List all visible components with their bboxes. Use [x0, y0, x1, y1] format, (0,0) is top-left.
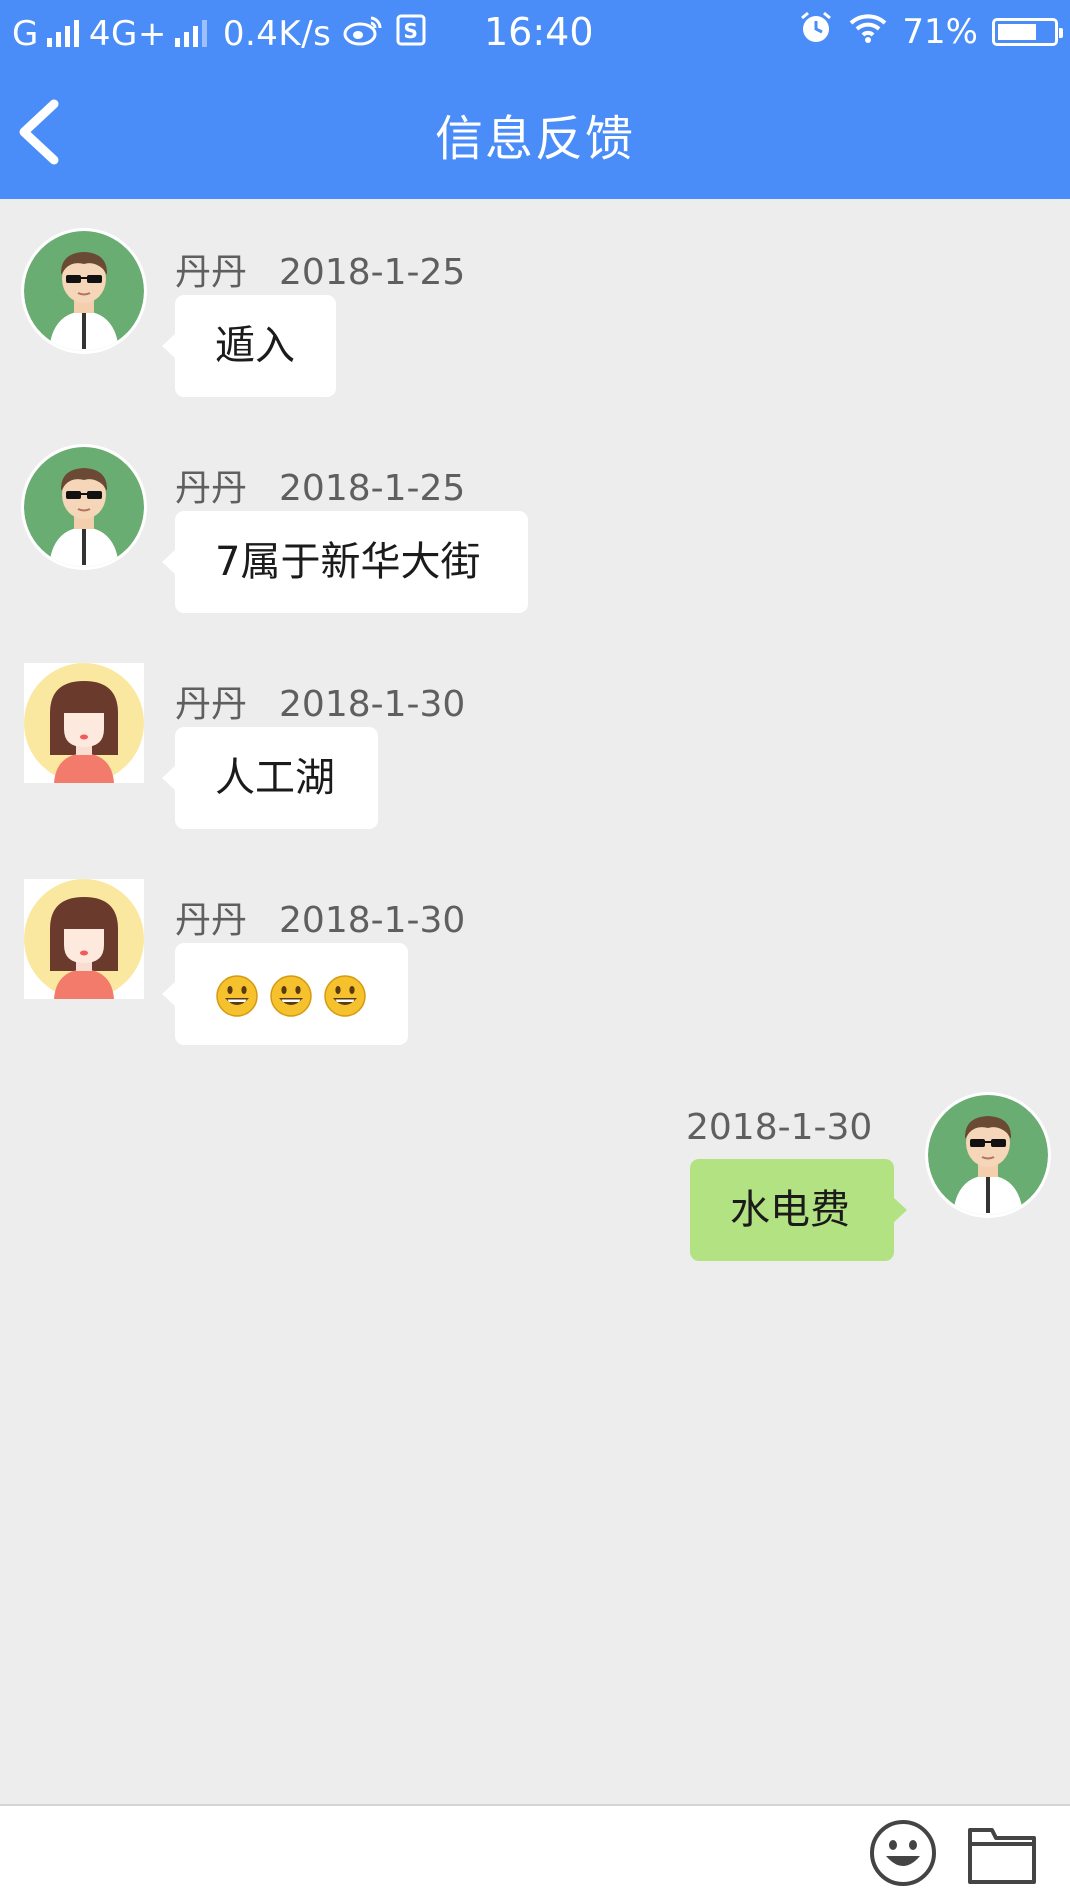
wifi-icon: [848, 12, 888, 53]
message-text: 7属于新华大街: [215, 539, 481, 585]
svg-text:S: S: [404, 19, 419, 43]
folder-icon: [968, 1828, 1036, 1884]
battery-percent: 71%: [902, 12, 978, 52]
message-item: 丹丹 2018-1-25 7属于新华大街: [0, 415, 1070, 615]
signal-strength-2-icon: [174, 20, 207, 47]
message-list: 丹丹 2018-1-25 遁入 丹丹 2018-1-25 7属于新华大街 丹丹 …: [0, 199, 1070, 1804]
message-bubble[interactable]: 7属于新华大街: [162, 511, 528, 613]
alarm-icon: [798, 10, 834, 55]
female-avatar[interactable]: [24, 663, 144, 783]
message-text: 遁入: [215, 323, 295, 369]
message-text: 人工湖: [215, 755, 335, 801]
page-title: 信息反馈: [434, 111, 635, 167]
grinning-face-emoji-icon: [216, 975, 258, 1017]
message-bubble[interactable]: 遁入: [162, 295, 336, 397]
message-bubble[interactable]: 水电费: [690, 1159, 907, 1261]
app-s-icon: S: [395, 13, 427, 56]
weibo-icon: [343, 14, 383, 55]
carrier-1-label: G: [12, 14, 39, 54]
message-meta: 丹丹 2018-1-25: [175, 243, 465, 295]
male-avatar[interactable]: [24, 231, 144, 351]
grinning-face-emoji-icon: [270, 975, 312, 1017]
sender-name: 丹丹: [175, 252, 248, 293]
folder-button[interactable]: [966, 1820, 1038, 1888]
message-date: 2018-1-25: [279, 252, 466, 293]
status-bar: G 4G+ 0.4K/s S 16:40 71%: [0, 0, 1070, 66]
message-input[interactable]: [16, 1816, 850, 1888]
message-date: 2018-1-25: [279, 468, 466, 509]
emoji-group: [215, 974, 367, 1018]
network-speed: 0.4K/s: [222, 14, 332, 54]
message-meta: 丹丹 2018-1-30: [175, 675, 465, 727]
carrier-2-label: 4G+: [88, 14, 167, 54]
sender-name: 丹丹: [175, 468, 248, 509]
male-avatar[interactable]: [24, 447, 144, 567]
header: 信息反馈: [0, 66, 1070, 199]
message-bubble[interactable]: [162, 943, 408, 1045]
emoji-button[interactable]: [868, 1818, 938, 1888]
battery-icon: [992, 18, 1063, 46]
message-date: 2018-1-30: [279, 684, 466, 725]
input-bar: [0, 1804, 1070, 1897]
message-date: 2018-1-30: [686, 1107, 873, 1148]
female-avatar[interactable]: [24, 879, 144, 999]
smiley-icon: [870, 1820, 936, 1886]
message-item: 丹丹 2018-1-30: [0, 847, 1070, 1047]
message-text: 水电费: [730, 1187, 850, 1233]
message-item: 丹丹 2018-1-25 遁入: [0, 199, 1070, 399]
signal-strength-icon: [46, 20, 79, 47]
message-item: 丹丹 2018-1-30 人工湖: [0, 631, 1070, 831]
message-meta: 丹丹 2018-1-25: [175, 459, 465, 511]
message-item-outgoing: 2018-1-30 水电费: [0, 1063, 1070, 1263]
clock: 16:40: [484, 10, 594, 54]
sender-name: 丹丹: [175, 684, 248, 725]
grinning-face-emoji-icon: [324, 975, 366, 1017]
status-right: 71%: [798, 10, 1063, 55]
message-date: 2018-1-30: [279, 900, 466, 941]
top-bar: G 4G+ 0.4K/s S 16:40 71% 信息反馈: [0, 0, 1070, 199]
message-meta: 丹丹 2018-1-30: [175, 891, 465, 943]
message-meta: 2018-1-30: [686, 1107, 872, 1148]
male-avatar[interactable]: [928, 1095, 1048, 1215]
message-bubble[interactable]: 人工湖: [162, 727, 378, 829]
status-left: G 4G+ 0.4K/s S: [12, 14, 427, 54]
sender-name: 丹丹: [175, 900, 248, 941]
